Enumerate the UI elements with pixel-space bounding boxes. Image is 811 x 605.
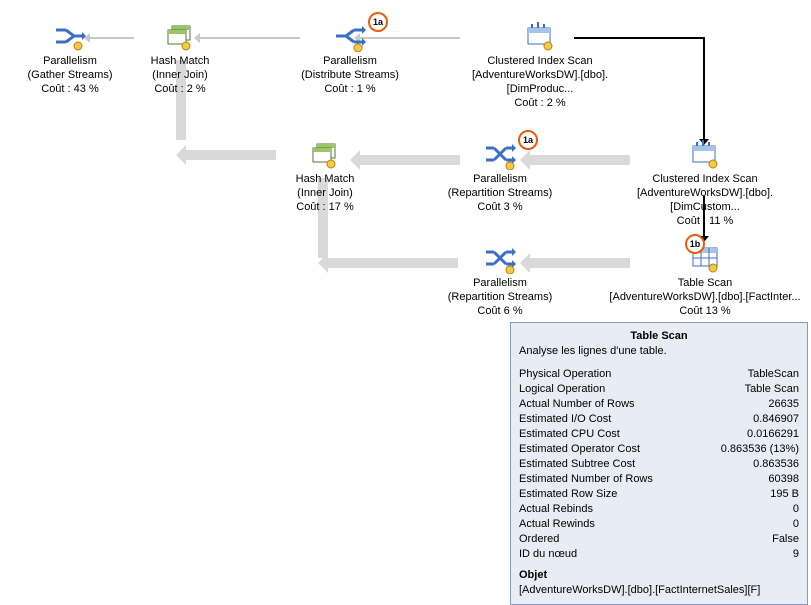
op-title: Clustered Index Scan (605, 172, 805, 186)
connector-black (703, 37, 705, 139)
tooltip-rows: Physical OperationTableScanLogical Opera… (519, 367, 799, 562)
op-title: Parallelism (280, 54, 420, 68)
op-cost: Coût 6 % (430, 304, 570, 318)
tooltip-row: OrderedFalse (519, 532, 799, 547)
tooltip-object-label: Objet (519, 568, 799, 583)
tooltip-description: Analyse les lignes d'une table. (519, 344, 799, 359)
tooltip-row: Estimated Operator Cost0.863536 (13%) (519, 442, 799, 457)
clustered-index-scan-icon (524, 20, 556, 52)
op-parallelism-repartition-2[interactable]: Parallelism (Repartition Streams) Coût 6… (430, 242, 570, 318)
warning-badge: 1b (685, 234, 705, 254)
op-clustered-index-scan-product[interactable]: Clustered Index Scan [AdventureWorksDW].… (440, 20, 640, 110)
op-cost: Coût : 17 % (255, 200, 395, 214)
op-title: Parallelism (430, 276, 570, 290)
parallelism-icon (484, 138, 516, 170)
op-subtype: (Repartition Streams) (430, 186, 570, 200)
tooltip-row: Actual Number of Rows26635 (519, 397, 799, 412)
op-title: Clustered Index Scan (440, 54, 640, 68)
op-cost: Coût : 1 % (280, 82, 420, 96)
operator-tooltip: Table Scan Analyse les lignes d'une tabl… (510, 322, 808, 605)
op-hash-match-1[interactable]: Hash Match (Inner Join) Coût : 2 % (110, 20, 250, 96)
tooltip-row: Estimated Number of Rows60398 (519, 472, 799, 487)
hash-match-icon (309, 138, 341, 170)
op-cost: Coût : 11 % (605, 214, 805, 228)
tooltip-object: [AdventureWorksDW].[dbo].[FactInternetSa… (519, 583, 799, 598)
tooltip-row: Logical OperationTable Scan (519, 382, 799, 397)
op-hash-match-2[interactable]: Hash Match (Inner Join) Coût : 17 % (255, 138, 395, 214)
op-clustered-index-scan-customer[interactable]: Clustered Index Scan [AdventureWorksDW].… (605, 138, 805, 228)
op-title: Hash Match (110, 54, 250, 68)
op-title: Hash Match (255, 172, 395, 186)
op-table-scan[interactable]: 1b Table Scan [AdventureWorksDW].[dbo].[… (605, 242, 805, 318)
op-title: Table Scan (605, 276, 805, 290)
op-subtype: (Repartition Streams) (430, 290, 570, 304)
op-title: Parallelism (430, 172, 570, 186)
op-subtype: (Distribute Streams) (280, 68, 420, 82)
parallelism-icon (484, 242, 516, 274)
op-cost: Coût : 2 % (440, 96, 640, 110)
op-parallelism-distribute[interactable]: 1a Parallelism (Distribute Streams) Coût… (280, 20, 420, 96)
op-cost: Coût : 2 % (110, 82, 250, 96)
tooltip-row: Actual Rewinds0 (519, 517, 799, 532)
tooltip-row: Physical OperationTableScan (519, 367, 799, 382)
tooltip-row: Actual Rebinds0 (519, 502, 799, 517)
op-cost: Coût 3 % (430, 200, 570, 214)
op-cost: Coût 13 % (605, 304, 805, 318)
parallelism-icon (54, 20, 86, 52)
tooltip-row: Estimated I/O Cost0.846907 (519, 412, 799, 427)
hash-match-icon (164, 20, 196, 52)
warning-badge: 1a (368, 12, 388, 32)
clustered-index-scan-icon (689, 138, 721, 170)
tooltip-title: Table Scan (519, 329, 799, 344)
parallelism-icon (334, 20, 366, 52)
op-subtype: (Inner Join) (110, 68, 250, 82)
tooltip-row: Estimated Row Size195 B (519, 487, 799, 502)
op-parallelism-repartition-1[interactable]: 1a Parallelism (Repartition Streams) Coû… (430, 138, 570, 214)
tooltip-row: Estimated CPU Cost0.0166291 (519, 427, 799, 442)
tooltip-row: ID du nœud9 (519, 547, 799, 562)
op-subtype: (Inner Join) (255, 186, 395, 200)
op-subtype: [AdventureWorksDW].[dbo].[DimProduc... (440, 68, 640, 96)
tooltip-row: Estimated Subtree Cost0.863536 (519, 457, 799, 472)
op-subtype: [AdventureWorksDW].[dbo].[DimCustom... (605, 186, 805, 214)
warning-badge: 1a (518, 130, 538, 150)
op-subtype: [AdventureWorksDW].[dbo].[FactInter... (605, 290, 805, 304)
